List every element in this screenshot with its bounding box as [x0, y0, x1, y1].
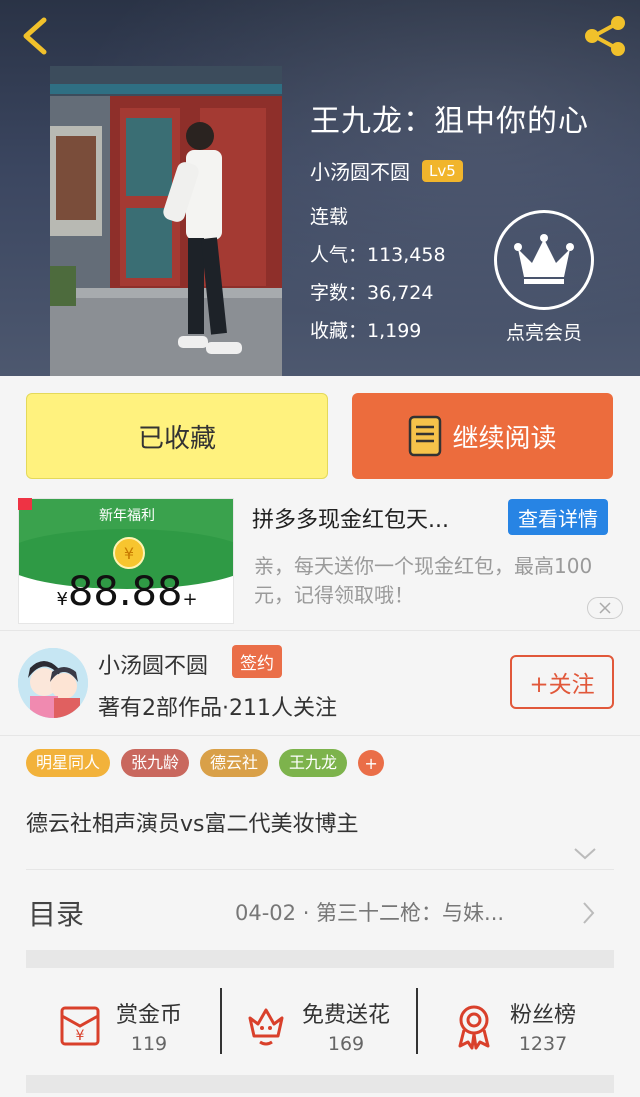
close-icon: [599, 602, 611, 614]
book-cover-image[interactable]: [50, 66, 282, 376]
share-icon: [585, 16, 625, 56]
tag-item[interactable]: 王九龙: [279, 749, 348, 777]
book-title: 王九龙：狙中你的心: [310, 104, 589, 139]
vip-membership-button[interactable]: 点亮会员: [494, 210, 594, 345]
header-author-name[interactable]: 小汤圆不圆: [310, 156, 410, 185]
chevron-right-icon: [583, 902, 595, 924]
continue-reading-label: 继续阅读: [452, 423, 557, 454]
vip-circle: [494, 210, 594, 310]
ad-title[interactable]: 拼多多现金红包天...: [252, 502, 449, 534]
flowers-label: 免费送花: [302, 1003, 391, 1028]
ad-close-button[interactable]: [587, 597, 623, 619]
header-author-row: 小汤圆不圆 Lv5: [310, 156, 463, 185]
cover-illustration: [50, 66, 282, 376]
serial-status: 连载: [310, 206, 349, 228]
fans-label: 粉丝榜: [510, 1003, 577, 1028]
ad-description: 亲，每天送你一个现金红包，最高100元，记得领取哦！: [254, 554, 593, 607]
ad-amount: ¥88.88+: [19, 569, 233, 615]
send-flowers-button[interactable]: 免费送花 169: [242, 988, 390, 1064]
section-separator: [26, 950, 614, 968]
reward-coins-button[interactable]: ¥ 赏金币 119: [56, 988, 182, 1064]
signed-badge: 签约: [232, 645, 282, 678]
divider: [0, 735, 640, 736]
ad-banner-image[interactable]: 新年福利 ¥ ¥88.88+: [18, 498, 234, 624]
avatar-illustration: [18, 648, 88, 718]
tag-list: 明星同人 张九龄 德云社 王九龙 +: [26, 749, 385, 777]
crown-icon: [514, 234, 574, 284]
chevron-down-icon: [574, 848, 596, 860]
expand-intro-button[interactable]: [572, 843, 598, 863]
author-avatar[interactable]: [18, 648, 88, 718]
stat-divider: [220, 988, 222, 1054]
popularity-count: 人气：113,458: [310, 244, 446, 266]
book-header: 王九龙：狙中你的心 小汤圆不圆 Lv5 连载 人气：113,458 字数：36,…: [0, 0, 640, 376]
divider: [0, 630, 640, 631]
ad-marker-icon: [18, 498, 32, 510]
latest-chapter[interactable]: 04-02 · 第三十二枪：与妹...: [235, 897, 565, 927]
reward-count: 119: [130, 1033, 168, 1055]
back-arrow-icon: [23, 17, 47, 55]
reward-label: 赏金币: [116, 1003, 183, 1028]
flowers-count: 169: [327, 1033, 365, 1055]
ad-amount-prefix: ¥: [56, 589, 68, 610]
back-button[interactable]: [14, 14, 58, 58]
add-tag-button[interactable]: +: [358, 750, 385, 776]
tag-item[interactable]: 明星同人: [26, 749, 111, 777]
continue-reading-button[interactable]: 继续阅读: [352, 393, 613, 479]
collected-label: 已收藏: [137, 423, 216, 454]
ad-amount-value: 88.88: [67, 569, 183, 615]
stat-divider: [416, 988, 418, 1054]
flowers-text: 免费送花 169: [302, 997, 390, 1055]
follow-button[interactable]: +关注: [510, 655, 614, 709]
author-name[interactable]: 小汤圆不圆: [98, 648, 208, 680]
red-envelope-icon: ¥: [60, 1006, 100, 1046]
fan-ranking-button[interactable]: 粉丝榜 1237: [450, 988, 576, 1064]
svg-text:¥: ¥: [76, 1028, 85, 1044]
favorites-count: 收藏：1,199: [310, 320, 422, 342]
medal-icon: [458, 1005, 490, 1050]
collected-button[interactable]: 已收藏: [26, 393, 328, 479]
tag-item[interactable]: 德云社: [200, 749, 269, 777]
reward-text: 赏金币 119: [116, 997, 182, 1055]
fans-text: 粉丝榜 1237: [510, 997, 576, 1055]
fans-count: 1237: [518, 1033, 568, 1055]
author-meta: 著有2部作品·211人关注: [98, 696, 337, 721]
tag-item[interactable]: 张九龄: [121, 749, 190, 777]
ad-banner-heading: 新年福利: [99, 508, 155, 524]
ad-amount-suffix: +: [182, 589, 198, 610]
book-icon: [409, 415, 442, 457]
book-intro: 德云社相声演员vs富二代美妆博主: [26, 812, 359, 837]
divider: [26, 869, 614, 870]
ad-detail-button[interactable]: 查看详情: [508, 499, 608, 535]
word-count: 字数：36,724: [310, 282, 434, 304]
share-button[interactable]: [580, 14, 630, 58]
toc-title[interactable]: 目录: [28, 893, 84, 933]
coin-icon: ¥: [113, 537, 145, 569]
vip-label: 点亮会员: [505, 322, 582, 344]
toc-open-button[interactable]: [578, 900, 598, 926]
book-stats: 连载 人气：113,458 字数：36,724 收藏：1,199: [310, 204, 446, 356]
flower-icon: [248, 1008, 284, 1046]
level-badge: Lv5: [422, 159, 463, 182]
section-separator: [26, 1075, 614, 1093]
